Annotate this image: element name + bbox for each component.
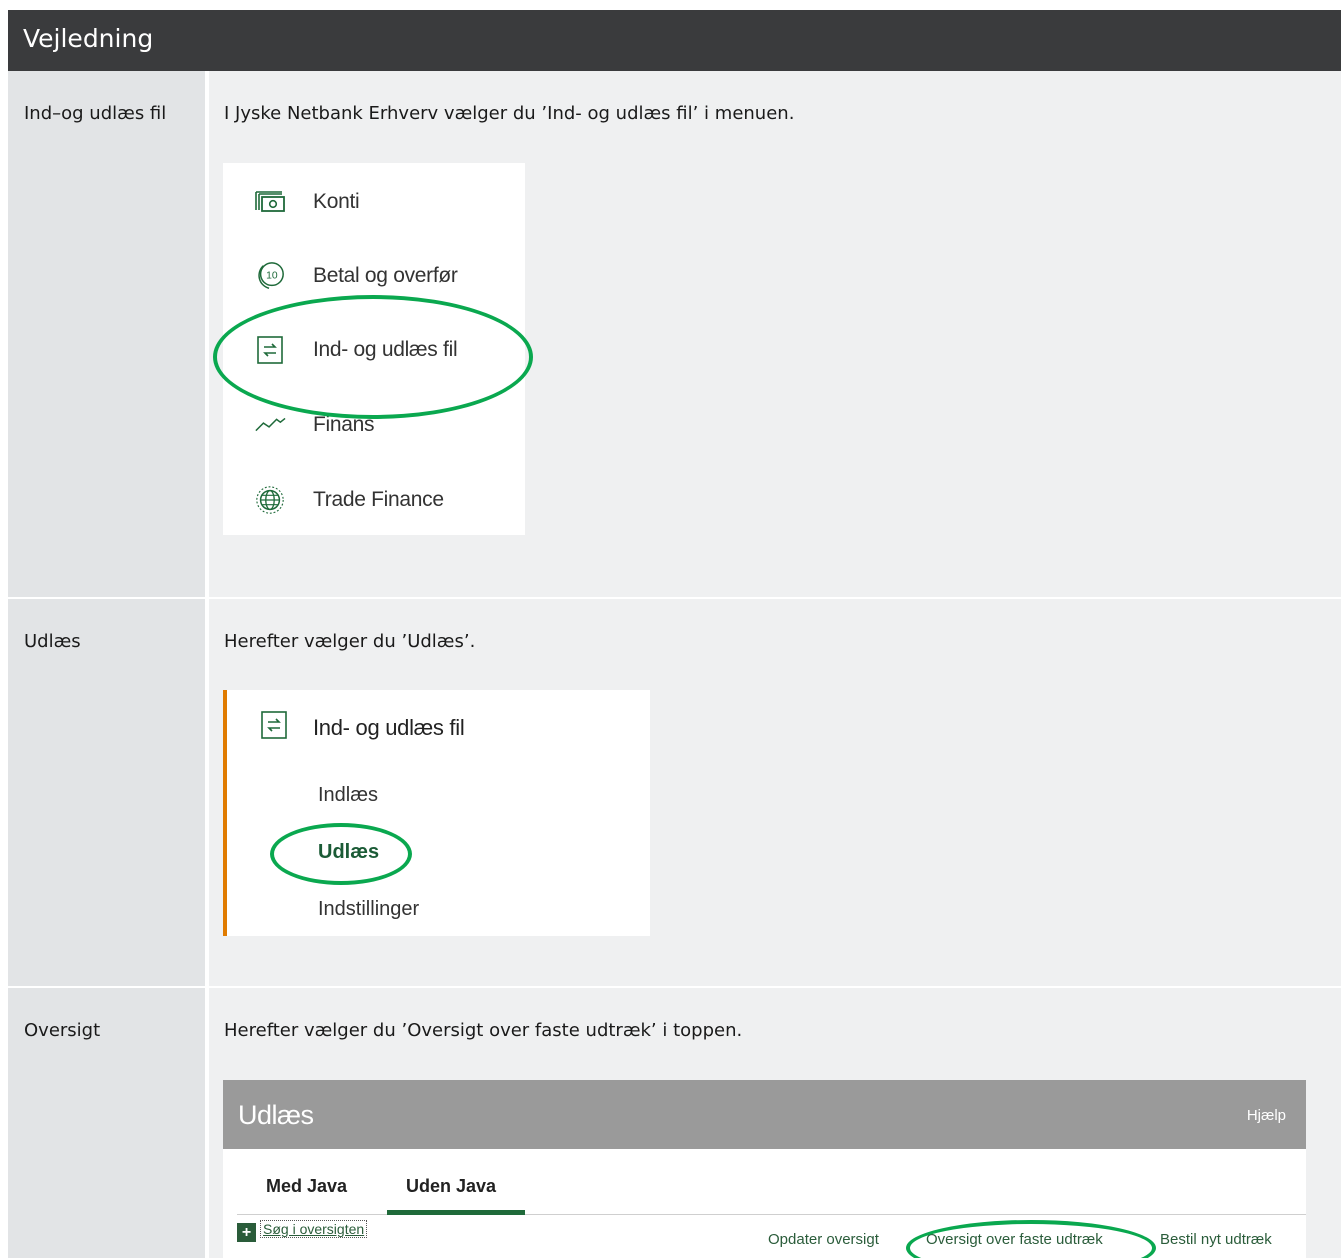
- guide-title: Vejledning: [23, 24, 154, 53]
- menu-item-label: Konti: [313, 190, 360, 213]
- step-instruction: I Jyske Netbank Erhverv vælger du ’Ind- …: [224, 103, 795, 124]
- app-title: Udlæs: [238, 1100, 314, 1130]
- step-label: Udlæs: [8, 599, 205, 986]
- menu-item-label: Betal og overfør: [313, 264, 458, 287]
- help-link[interactable]: Hjælp: [1247, 1107, 1286, 1124]
- step-row-file-menu: Ind–og udlæs fil I Jyske Netbank Erhverv…: [8, 71, 1341, 597]
- search-overview-link[interactable]: Søg i oversigten: [260, 1220, 368, 1238]
- step-row-udlaes: Udlæs Herefter vælger du ’Udlæs’. Ind- o…: [8, 599, 1341, 986]
- svg-text:10: 10: [266, 270, 278, 281]
- finance-chart-icon: [254, 409, 286, 441]
- submenu-item-indstillinger[interactable]: Indstillinger: [318, 898, 419, 921]
- active-tab-indicator: [387, 1210, 525, 1215]
- step-row-oversigt: Oversigt Herefter vælger du ’Oversigt ov…: [8, 988, 1341, 1258]
- highlight-circle: [270, 823, 412, 885]
- step-label: Oversigt: [8, 988, 205, 1258]
- menu-item-konti[interactable]: Konti: [254, 182, 360, 222]
- menu-item-betal[interactable]: 10 Betal og overfør: [254, 256, 458, 296]
- submenu-title: Ind- og udlæs fil: [313, 714, 465, 740]
- udlaes-app-screenshot: Udlæs Hjælp Med Java Uden Java + Søg i o…: [223, 1080, 1306, 1258]
- payment-coin-icon: 10: [254, 260, 286, 292]
- tab-med-java[interactable]: Med Java: [266, 1176, 347, 1197]
- submenu-screenshot: Ind- og udlæs fil Indlæs Udlæs Indstilli…: [223, 690, 650, 936]
- menu-item-label: Trade Finance: [313, 488, 444, 511]
- step-instruction: Herefter vælger du ’Udlæs’.: [224, 631, 476, 652]
- step-body: I Jyske Netbank Erhverv vælger du ’Ind- …: [209, 71, 1341, 597]
- plus-icon[interactable]: +: [237, 1223, 256, 1242]
- menu-item-trade-finance[interactable]: Trade Finance: [254, 480, 444, 520]
- step-instruction: Herefter vælger du ’Oversigt over faste …: [224, 1020, 743, 1041]
- submenu-header[interactable]: Ind- og udlæs fil: [259, 710, 465, 745]
- step-body: Herefter vælger du ’Oversigt over faste …: [209, 988, 1341, 1258]
- step-body: Herefter vælger du ’Udlæs’. Ind- og udlæ…: [209, 599, 1341, 986]
- globe-icon: [254, 484, 286, 516]
- tab-uden-java[interactable]: Uden Java: [406, 1176, 496, 1197]
- step-label: Ind–og udlæs fil: [8, 71, 205, 597]
- guide-table: Vejledning Ind–og udlæs fil I Jyske Netb…: [8, 10, 1341, 1258]
- refresh-overview-link[interactable]: Opdater oversigt: [768, 1231, 879, 1248]
- app-titlebar: [223, 1080, 1306, 1149]
- guide-header: Vejledning: [8, 10, 1341, 71]
- order-new-extract-link[interactable]: Bestil nyt udtræk: [1160, 1231, 1272, 1248]
- submenu-item-indlaes[interactable]: Indlæs: [318, 784, 378, 807]
- accounts-icon: [254, 186, 286, 218]
- highlight-circle: [213, 295, 533, 419]
- file-transfer-icon: [259, 710, 289, 745]
